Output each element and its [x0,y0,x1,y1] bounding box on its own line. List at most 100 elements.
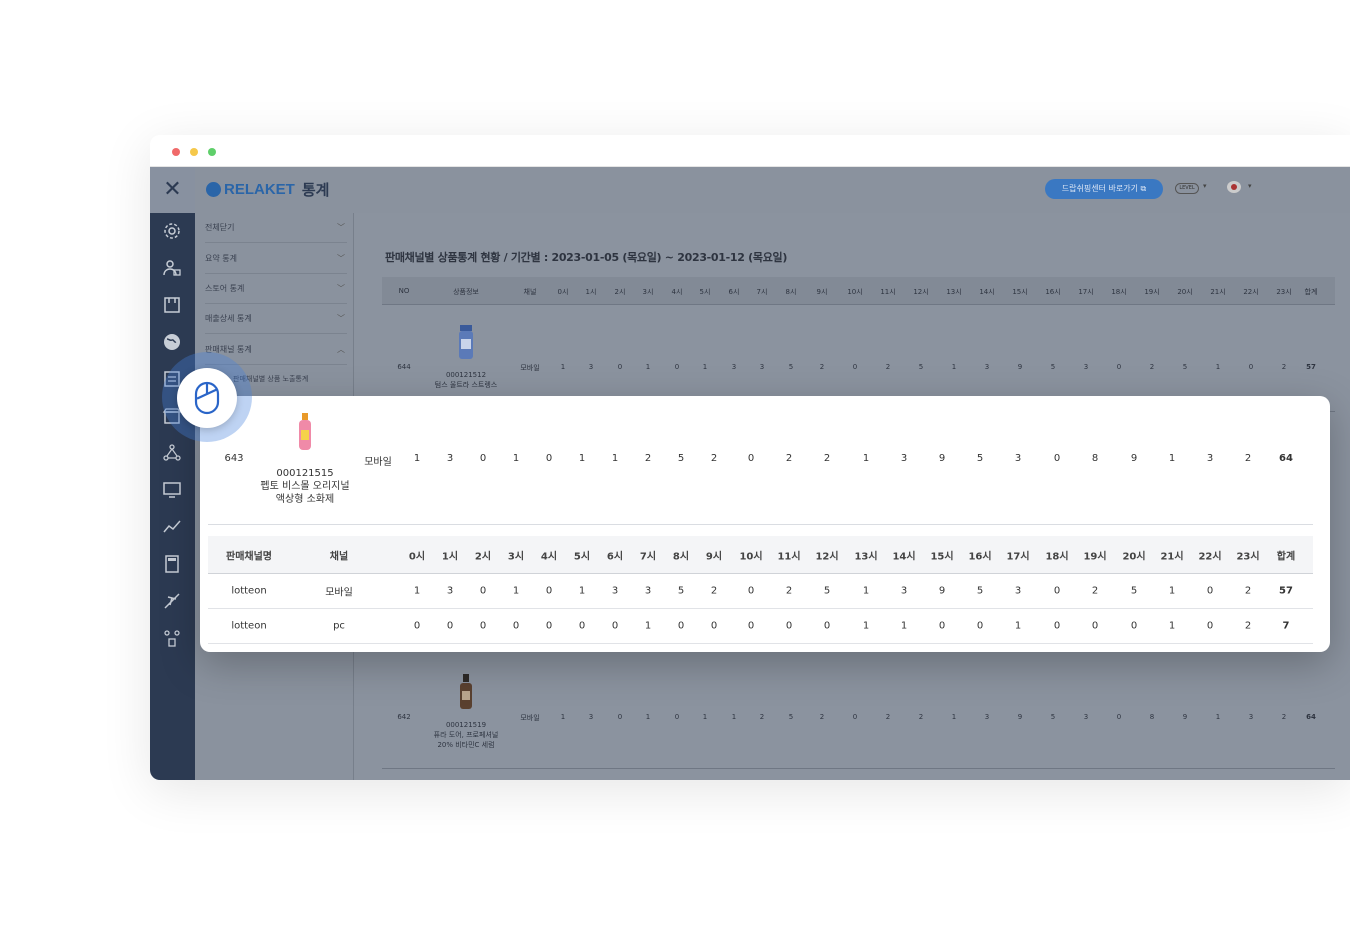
column-header[interactable]: 2시 [475,547,491,562]
column-header[interactable]: 1시 [586,287,597,297]
column-header[interactable]: 8시 [786,287,797,297]
chart-line-icon[interactable] [162,517,182,537]
column-header[interactable]: 5시 [700,287,711,297]
table-row[interactable]: lotteon pc 0 0 0 0 0 0 0 1 0 0 0 0 0 1 1 0 0 1 0 0 0 1 0 2 7 [208,609,1313,644]
hour-cell: 1 [702,713,708,721]
product-thumbnail[interactable] [457,673,475,715]
product-info[interactable]: 000121519 퓨라 도어, 프로페셔널 20% 비타민C 세럼 [434,720,499,750]
column-header[interactable]: 16시 [968,547,991,562]
column-header[interactable]: 21시 [1160,547,1183,562]
column-header[interactable]: 합계 [1305,287,1318,297]
dropship-center-button[interactable]: 드랍쉬핑센터 바로가기 ⧉ [1045,179,1163,199]
column-header[interactable]: 17시 [1078,287,1093,297]
column-header[interactable]: 20시 [1177,287,1192,297]
product-thumbnail[interactable] [296,412,314,456]
column-header[interactable]: 상품정보 [453,287,479,297]
org-icon[interactable] [162,628,182,648]
sidebar-item-sales-detail[interactable]: 매출상세 통계 ﹀ [205,304,347,334]
korea-flag-icon[interactable] [1227,181,1241,193]
hour-cell: 9 [1130,453,1138,464]
column-header[interactable]: 17시 [1006,547,1029,562]
product-info[interactable]: 000121512 텀스 울트라 스트렝스 [435,370,497,390]
close-icon[interactable]: ✕ [150,167,195,213]
column-header[interactable]: 3시 [508,547,524,562]
column-header[interactable]: 6시 [729,287,740,297]
table-row[interactable]: lotteon 모바일 1 3 0 1 0 1 3 3 5 2 0 2 5 1 3 9 5 3 0 2 5 1 0 2 57 [208,574,1313,609]
column-header[interactable]: 채널 [330,547,348,562]
level-badge[interactable]: LEVEL [1175,183,1199,194]
column-header[interactable]: 1시 [442,547,458,562]
column-header[interactable]: 11시 [777,547,800,562]
logo[interactable]: RELAKET 통계 [206,179,329,200]
user-icon[interactable] [162,258,182,278]
calculator-icon[interactable] [162,554,182,574]
column-header[interactable]: 16시 [1045,287,1060,297]
column-header[interactable]: 2시 [615,287,626,297]
column-header[interactable]: 10시 [847,287,862,297]
column-header[interactable]: 7시 [757,287,768,297]
column-header[interactable]: 9시 [706,547,722,562]
chevron-down-icon[interactable]: ▾ [1248,182,1252,190]
column-header[interactable]: 23시 [1236,547,1259,562]
column-header[interactable]: 12시 [815,547,838,562]
column-header[interactable]: 12시 [913,287,928,297]
column-header[interactable]: 10시 [739,547,762,562]
column-header[interactable]: 4시 [541,547,557,562]
column-header[interactable]: NO [399,287,410,295]
maximize-window-dot[interactable] [208,148,216,156]
row-number: 644 [397,363,411,371]
product-name: 20% 비타민C 세럼 [437,741,495,749]
column-header[interactable]: 채널 [524,287,537,297]
product-code: 000121512 [445,371,487,379]
sidebar-item-summary[interactable]: 요약 통계 ﹀ [205,244,347,274]
network-icon[interactable] [162,443,182,463]
column-header[interactable]: 4시 [672,287,683,297]
column-header[interactable]: 3시 [643,287,654,297]
column-header[interactable]: 9시 [817,287,828,297]
column-header[interactable]: 18시 [1111,287,1126,297]
hour-cell: 3 [759,363,765,371]
hour-cell: 0 [674,363,680,371]
column-header[interactable]: 5시 [574,547,590,562]
gear-icon[interactable] [162,221,182,241]
hour-cell: 5 [1050,363,1056,371]
column-header[interactable]: 20시 [1122,547,1145,562]
globe-icon[interactable] [162,332,182,352]
plane-icon[interactable] [162,591,182,611]
row-channel: pc [333,620,345,632]
sidebar-item-store[interactable]: 스토어 통계 ﹀ [205,274,347,304]
column-header[interactable]: 0시 [409,547,425,562]
column-header[interactable]: 14시 [979,287,994,297]
column-header[interactable]: 8시 [673,547,689,562]
sidebar-item-collapse-all[interactable]: 전체닫기 ﹀ [205,213,347,243]
column-header[interactable]: 11시 [880,287,895,297]
column-header[interactable]: 18시 [1045,547,1068,562]
column-header[interactable]: 0시 [558,287,569,297]
column-header[interactable]: 13시 [854,547,877,562]
monitor-icon[interactable] [162,480,182,500]
column-header[interactable]: 22시 [1243,287,1258,297]
hour-cell: 1 [1215,713,1221,721]
column-header[interactable]: 23시 [1276,287,1291,297]
channel-name: lotteon [231,620,267,632]
close-window-dot[interactable] [172,148,180,156]
product-thumbnail[interactable] [457,323,475,365]
column-header[interactable]: 13시 [946,287,961,297]
box-icon[interactable] [162,295,182,315]
minimize-window-dot[interactable] [190,148,198,156]
column-header[interactable]: 7시 [640,547,656,562]
column-header[interactable]: 21시 [1210,287,1225,297]
product-code: 000121515 [276,468,334,479]
column-header[interactable]: 14시 [892,547,915,562]
column-header[interactable]: 6시 [607,547,623,562]
product-info[interactable]: 000121515 펩토 비스몰 오리지널 액상형 소화제 [260,467,349,506]
column-header[interactable]: 19시 [1083,547,1106,562]
column-header[interactable]: 판매채널명 [226,547,272,562]
column-header[interactable]: 15시 [1012,287,1027,297]
hour-cell: 0 [545,585,553,597]
column-header[interactable]: 합계 [1277,547,1295,562]
column-header[interactable]: 19시 [1144,287,1159,297]
column-header[interactable]: 15시 [930,547,953,562]
column-header[interactable]: 22시 [1198,547,1221,562]
chevron-down-icon[interactable]: ▾ [1203,182,1207,190]
